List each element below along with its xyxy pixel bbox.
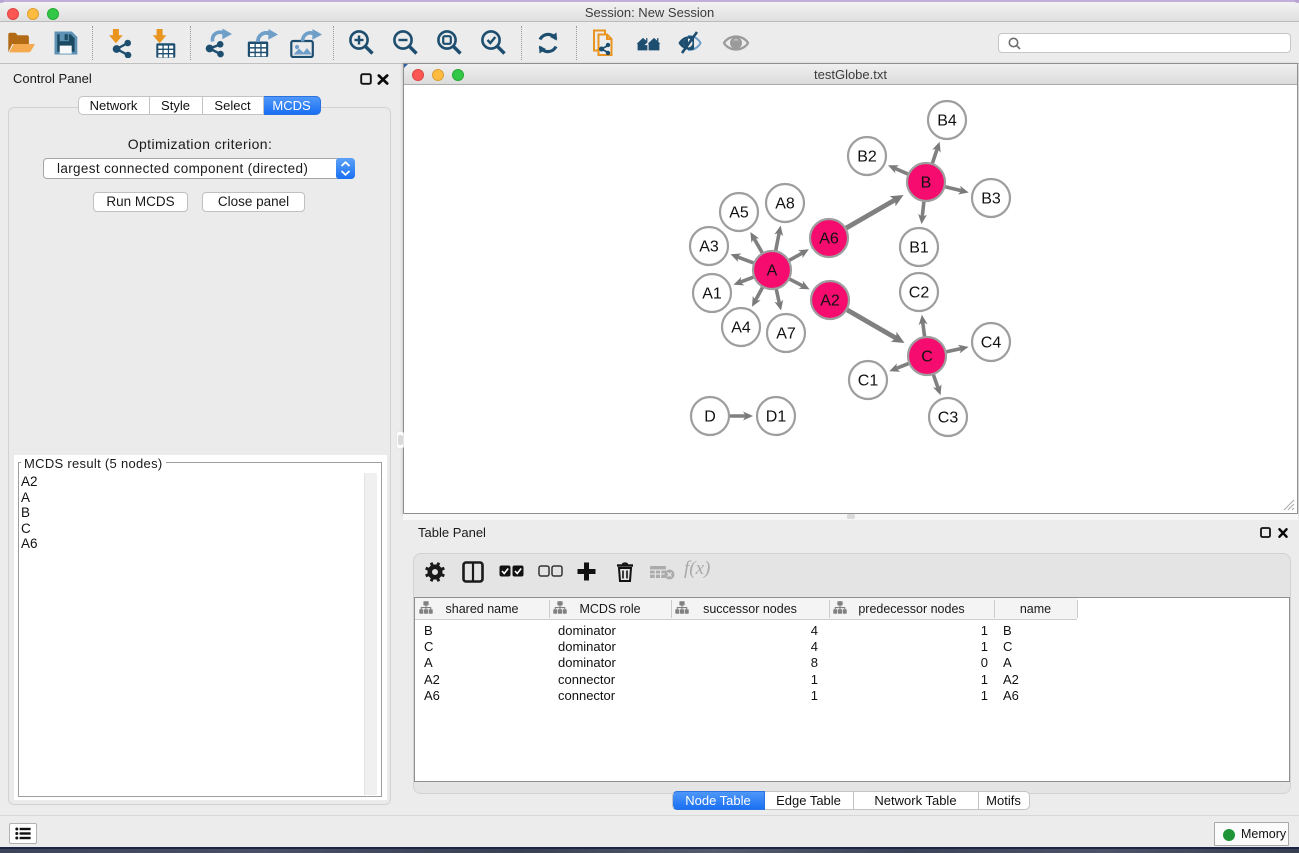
- svg-text:B1: B1: [909, 240, 929, 257]
- svg-text:A6: A6: [819, 231, 839, 248]
- svg-text:B2: B2: [857, 149, 877, 166]
- svg-text:A2: A2: [820, 293, 840, 310]
- svg-text:A8: A8: [775, 196, 795, 213]
- svg-text:B: B: [921, 175, 932, 192]
- svg-text:C1: C1: [858, 373, 879, 390]
- svg-text:A1: A1: [702, 286, 722, 303]
- svg-text:B4: B4: [937, 113, 957, 130]
- svg-text:C: C: [921, 349, 933, 366]
- svg-text:A7: A7: [776, 326, 796, 343]
- svg-text:A4: A4: [731, 320, 751, 337]
- svg-text:C3: C3: [938, 410, 959, 427]
- svg-text:B3: B3: [981, 191, 1001, 208]
- svg-text:C4: C4: [981, 335, 1002, 352]
- svg-text:C2: C2: [909, 285, 930, 302]
- svg-text:A3: A3: [699, 239, 719, 256]
- svg-text:D1: D1: [766, 409, 787, 426]
- svg-text:D: D: [704, 409, 716, 426]
- svg-text:A5: A5: [729, 205, 749, 222]
- svg-text:A: A: [767, 263, 778, 280]
